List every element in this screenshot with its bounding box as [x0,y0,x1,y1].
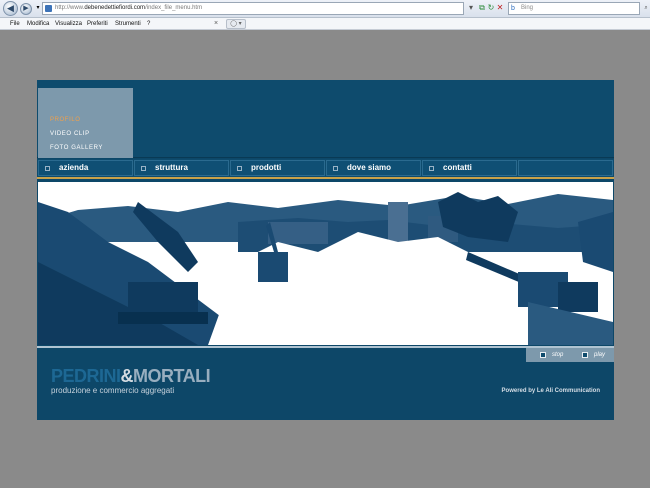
divider-line [37,177,614,179]
quarry-illustration [38,182,613,345]
address-dropdown-icon[interactable]: ▾ [466,3,476,13]
nav-label: dove siamo [347,163,392,172]
logo-ampersand: & [120,366,134,386]
quarry-photo [38,182,613,345]
nav-item-empty [518,160,613,176]
new-tab-button[interactable]: ◯ ▾ [226,19,246,29]
forward-button[interactable]: ▶ [20,3,32,15]
nav-item-prodotti[interactable]: prodotti [230,160,325,176]
play-label[interactable]: play [594,348,605,362]
menu-item-strumenti[interactable]: Strumenti [115,18,141,30]
nav-bullet-icon [141,166,146,171]
search-placeholder: Bing [521,5,534,11]
search-icon[interactable]: ⌕ [641,3,650,13]
stop-label[interactable]: stop [552,348,563,362]
nav-label: prodotti [251,163,282,172]
website-container: PROFILO VIDEO CLIP FOTO GALLERY azienda … [37,80,614,420]
nav-bullet-icon [429,166,434,171]
address-path: /index_file_menu.htm [145,5,203,11]
page-icon [45,5,52,12]
submenu-item-profilo[interactable]: PROFILO [50,117,81,123]
logo-part2: MORTALI [133,366,211,386]
address-domain: debenedettiefiordi.com [84,5,146,11]
nav-label: struttura [155,163,188,172]
company-tagline: produzione e commercio aggregati [51,386,175,395]
address-bar[interactable]: http://www.debenedettiefiordi.com/index_… [42,2,464,15]
company-logo: PEDRINI&MORTALI [51,366,211,387]
nav-item-dove-siamo[interactable]: dove siamo [326,160,421,176]
main-nav: azienda struttura prodotti dove siamo co… [37,159,614,177]
submenu-item-video-clip[interactable]: VIDEO CLIP [50,131,90,137]
nav-label: contatti [443,163,472,172]
back-arrow-icon: ◀ [7,3,14,13]
bing-icon: b [511,5,515,12]
nav-bullet-icon [237,166,242,171]
nav-item-struttura[interactable]: struttura [134,160,229,176]
menu-item-modifica[interactable]: Modifica [27,18,49,30]
menu-item-preferiti[interactable]: Preferiti [87,18,108,30]
menu-item-visualizza[interactable]: Visualizza [55,18,82,30]
stop-icon[interactable]: ✕ [495,3,505,13]
submenu-item-foto-gallery[interactable]: FOTO GALLERY [50,145,103,151]
play-checkbox[interactable] [582,352,588,358]
nav-bullet-icon [45,166,50,171]
forward-arrow-icon: ▶ [23,5,29,12]
stop-checkbox[interactable] [540,352,546,358]
back-button[interactable]: ◀ [3,1,18,16]
address-prefix: http://www. [55,5,85,11]
sub-menu: PROFILO VIDEO CLIP FOTO GALLERY [38,88,133,158]
nav-item-azienda[interactable]: azienda [38,160,133,176]
menu-item-help[interactable]: ? [147,18,150,30]
menu-bar: File Modifica Visualizza Preferiti Strum… [0,18,650,30]
menu-item-file[interactable]: File [10,18,20,30]
slideshow-controls: stop play [526,348,614,362]
browser-toolbar: ◀ ▶ ▾ http://www.debenedettiefiordi.com/… [0,0,650,18]
nav-bullet-icon [333,166,338,171]
powered-by-link[interactable]: Powered by Le Ali Communication [502,388,600,394]
nav-label: azienda [59,163,89,172]
logo-part1: PEDRINI [51,366,121,386]
nav-item-contatti[interactable]: contatti [422,160,517,176]
close-tab-icon[interactable]: × [211,19,221,29]
search-input[interactable]: b Bing [508,2,640,15]
